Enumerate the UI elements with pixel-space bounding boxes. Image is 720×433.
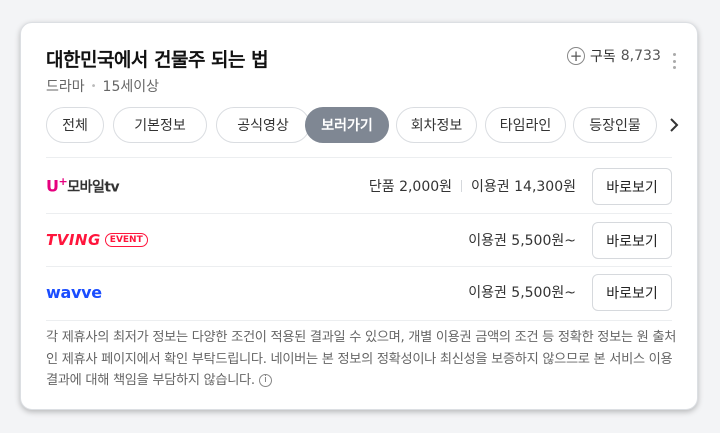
subscribe-label: 구독 — [590, 49, 616, 65]
watch-now-button[interactable]: 바로보기 — [592, 222, 672, 259]
tab-watch[interactable]: 보러가기 — [305, 107, 389, 143]
subscriber-count: 8,733 — [620, 48, 661, 64]
uplus-price: 단품 2,000원 이용권 14,300원 — [369, 160, 576, 212]
pass-label: 이용권 — [471, 179, 510, 195]
wavve-logo[interactable]: wavve — [46, 266, 102, 318]
provider-row-tving: TVING EVENT 이용권 5,500원~ 바로보기 — [46, 214, 672, 266]
watch-now-button[interactable]: 바로보기 — [592, 168, 672, 205]
tab-official-video[interactable]: 공식영상 — [216, 107, 310, 143]
divider — [46, 157, 672, 158]
provider-row-wavve: wavve 이용권 5,500원~ 바로보기 — [46, 266, 672, 318]
watch-now-button[interactable]: 바로보기 — [592, 274, 672, 311]
genre-label: 드라마 — [46, 79, 85, 95]
meta-separator: • — [90, 80, 97, 92]
single-price: 2,000원 — [399, 179, 453, 195]
provider-row-uplus: U+모바일tv 단품 2,000원 이용권 14,300원 바로보기 — [46, 160, 672, 212]
tving-logo[interactable]: TVING EVENT — [46, 214, 148, 266]
event-badge: EVENT — [104, 233, 148, 247]
tab-basic-info[interactable]: 기본정보 — [113, 107, 207, 143]
more-vertical-icon[interactable] — [671, 53, 677, 69]
subscribe-button[interactable]: + 구독 8,733 — [567, 45, 661, 67]
tab-bar: 전체 기본정보 공식영상 보러가기 회차정보 타임라인 등장인물 포 — [46, 107, 658, 143]
tving-price: 이용권 5,500원~ — [468, 214, 576, 266]
tab-characters[interactable]: 등장인물 — [573, 107, 657, 143]
price-separator — [461, 180, 463, 192]
tab-all[interactable]: 전체 — [46, 107, 104, 143]
divider — [46, 320, 672, 321]
tab-timeline[interactable]: 타임라인 — [485, 107, 566, 143]
show-meta: 드라마 • 15세이상 — [46, 76, 159, 96]
plus-circle-icon: + — [567, 47, 585, 65]
pass-price: 5,500원~ — [511, 285, 576, 301]
pass-label: 이용권 — [468, 285, 507, 301]
pass-price: 14,300원 — [514, 179, 576, 195]
disclaimer-notice: 각 제휴사의 최저가 정보는 다양한 조건이 적용된 결과일 수 있으며, 개별… — [46, 327, 678, 392]
chevron-right-icon[interactable] — [664, 115, 684, 135]
info-icon[interactable]: i — [258, 373, 272, 387]
pass-price: 5,500원~ — [511, 233, 576, 249]
watch-card: 대한민국에서 건물주 되는 법 드라마 • 15세이상 + 구독 8,733 전… — [20, 22, 698, 410]
rating-label: 15세이상 — [102, 79, 160, 95]
single-label: 단품 — [368, 179, 395, 195]
pass-label: 이용권 — [468, 233, 507, 249]
tab-episodes[interactable]: 회차정보 — [396, 107, 477, 143]
uplus-mobile-tv-logo[interactable]: U+모바일tv — [46, 160, 120, 212]
show-title[interactable]: 대한민국에서 건물주 되는 법 — [46, 45, 269, 72]
disclaimer-text: 각 제휴사의 최저가 정보는 다양한 조건이 적용된 결과일 수 있으며, 개별… — [46, 330, 677, 388]
wavve-price: 이용권 5,500원~ — [468, 266, 576, 318]
